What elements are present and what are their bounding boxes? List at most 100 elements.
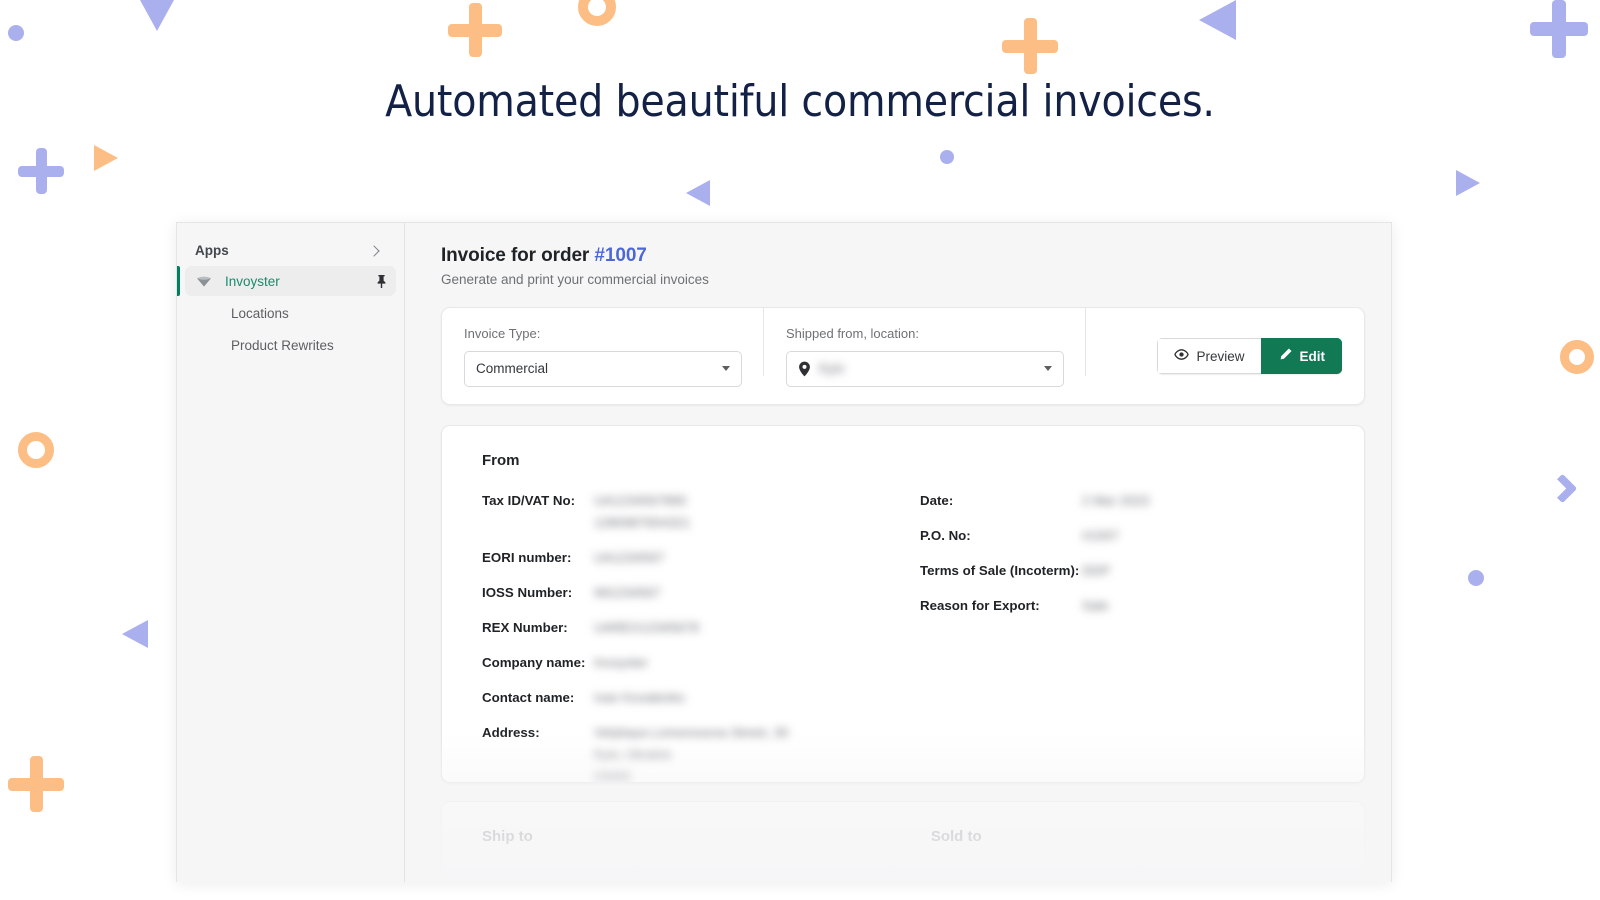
pin-icon[interactable] bbox=[375, 274, 388, 289]
action-button-group: Preview Edit bbox=[1157, 338, 1342, 374]
field-row: Reason for Export:Sale bbox=[920, 598, 1149, 620]
ship-sold-card: Ship to Sold to bbox=[441, 801, 1365, 882]
from-right-column: Date:2 Mar 2023P.O. No:#1007Terms of Sal… bbox=[902, 493, 1149, 783]
field-row: Company name:Invoyster bbox=[482, 655, 902, 677]
field-row: Address:Velykaya Lomonosova Street, 30Ky… bbox=[482, 725, 902, 783]
deco-plus-3 bbox=[1530, 0, 1588, 58]
field-key: REX Number: bbox=[482, 620, 594, 635]
edit-button[interactable]: Edit bbox=[1261, 338, 1343, 374]
field-row: REX Number:UAREX12345678 bbox=[482, 620, 902, 642]
deco-dot-2 bbox=[940, 150, 954, 164]
from-columns: Tax ID/VAT No:UA12345678901280987654321E… bbox=[462, 493, 1336, 783]
active-rail bbox=[177, 266, 180, 296]
caret-down-icon bbox=[1044, 366, 1052, 371]
pencil-icon bbox=[1278, 347, 1293, 365]
preview-button[interactable]: Preview bbox=[1157, 338, 1260, 374]
deco-dot-1 bbox=[8, 25, 24, 41]
sidebar-apps-label: Apps bbox=[195, 243, 229, 258]
field-row: EORI number:UA1234567 bbox=[482, 550, 902, 572]
cone-icon bbox=[195, 272, 215, 290]
invoice-type-select[interactable]: Commercial bbox=[464, 351, 742, 387]
deco-triangle-4 bbox=[686, 180, 710, 206]
shipped-from-value: Kyiv bbox=[819, 361, 845, 376]
field-key: Terms of Sale (Incoterm): bbox=[920, 563, 1082, 578]
deco-triangle-1 bbox=[140, 0, 174, 31]
field-key: EORI number: bbox=[482, 550, 594, 565]
app-window: Apps Invoyster Lo bbox=[176, 222, 1392, 882]
sidebar: Apps Invoyster Lo bbox=[177, 223, 405, 882]
deco-ring-1 bbox=[578, 0, 616, 26]
field-key: IOSS Number: bbox=[482, 585, 594, 600]
field-key: P.O. No: bbox=[920, 528, 1082, 543]
field-row: IOSS Number:IM1234567 bbox=[482, 585, 902, 607]
sidebar-item-locations[interactable]: Locations bbox=[185, 298, 396, 328]
invoice-type-value: Commercial bbox=[476, 361, 548, 376]
page-headline: Automated beautiful commercial invoices. bbox=[0, 76, 1600, 127]
from-section-card: From Tax ID/VAT No:UA1234567890128098765… bbox=[441, 425, 1365, 783]
shipped-from-field: Shipped from, location: Kyiv bbox=[764, 326, 1086, 387]
field-value: Invoyster bbox=[594, 655, 648, 677]
deco-plus-1 bbox=[448, 3, 502, 57]
field-row: Terms of Sale (Incoterm):DDP bbox=[920, 563, 1149, 585]
page-title: Invoice for order #1007 bbox=[441, 245, 1365, 267]
field-value: 2 Mar 2023 bbox=[1082, 493, 1149, 515]
shipped-from-select[interactable]: Kyiv bbox=[786, 351, 1064, 387]
preview-button-label: Preview bbox=[1196, 349, 1244, 364]
deco-triangle-6 bbox=[122, 620, 148, 648]
map-pin-icon bbox=[798, 361, 811, 377]
invoice-type-label: Invoice Type: bbox=[464, 326, 742, 341]
field-row: P.O. No:#1007 bbox=[920, 528, 1149, 550]
sidebar-item-product-rewrites[interactable]: Product Rewrites bbox=[185, 330, 396, 360]
field-value: Ivan Kovalenko bbox=[594, 690, 685, 712]
main-content: Invoice for order #1007 Generate and pri… bbox=[405, 223, 1391, 882]
deco-triangle-3 bbox=[94, 145, 118, 171]
deco-chevron-1 bbox=[1548, 470, 1590, 512]
deco-dot-3 bbox=[1468, 570, 1484, 586]
deco-triangle-7 bbox=[1432, 800, 1476, 844]
deco-triangle-5 bbox=[1456, 170, 1480, 196]
eye-icon bbox=[1174, 347, 1189, 365]
sidebar-apps-header[interactable]: Apps bbox=[177, 237, 404, 264]
invoice-type-field: Invoice Type: Commercial bbox=[442, 326, 764, 387]
deco-ring-3 bbox=[1560, 340, 1594, 374]
ship-to-title: Ship to bbox=[482, 828, 533, 882]
field-value: UA1234567 bbox=[594, 550, 664, 572]
field-value: UA12345678901280987654321 bbox=[594, 493, 690, 537]
edit-button-label: Edit bbox=[1300, 349, 1326, 364]
field-value: Sale bbox=[1082, 598, 1109, 620]
sidebar-item-label: Product Rewrites bbox=[231, 338, 334, 353]
order-number-link[interactable]: #1007 bbox=[594, 245, 646, 266]
deco-plus-5 bbox=[8, 756, 64, 812]
deco-triangle-2 bbox=[1199, 0, 1236, 40]
field-value: IM1234567 bbox=[594, 585, 661, 607]
page-title-prefix: Invoice for order bbox=[441, 245, 589, 266]
field-key: Date: bbox=[920, 493, 1082, 508]
field-row: Date:2 Mar 2023 bbox=[920, 493, 1149, 515]
field-row: Contact name:Ivan Kovalenko bbox=[482, 690, 902, 712]
field-row: Tax ID/VAT No:UA12345678901280987654321 bbox=[482, 493, 902, 537]
sidebar-item-invoyster[interactable]: Invoyster bbox=[185, 266, 396, 296]
field-value: #1007 bbox=[1082, 528, 1119, 550]
field-key: Company name: bbox=[482, 655, 594, 670]
deco-ring-2 bbox=[18, 432, 54, 468]
shipped-from-label: Shipped from, location: bbox=[786, 326, 1064, 341]
caret-down-icon bbox=[722, 366, 730, 371]
deco-plus-2 bbox=[1002, 18, 1058, 74]
sidebar-item-label: Locations bbox=[231, 306, 289, 321]
sidebar-item-label: Invoyster bbox=[225, 274, 280, 289]
sold-to-title: Sold to bbox=[931, 828, 982, 882]
invoice-controls-card: Invoice Type: Commercial Shipped from, l… bbox=[441, 307, 1365, 405]
from-section-title: From bbox=[462, 452, 1336, 469]
page-root: Automated beautiful commercial invoices.… bbox=[0, 0, 1600, 900]
field-value: UAREX12345678 bbox=[594, 620, 699, 642]
from-left-column: Tax ID/VAT No:UA12345678901280987654321E… bbox=[462, 493, 902, 783]
field-key: Tax ID/VAT No: bbox=[482, 493, 594, 508]
field-value: DDP bbox=[1082, 563, 1110, 585]
field-key: Address: bbox=[482, 725, 594, 740]
page-subtitle: Generate and print your commercial invoi… bbox=[441, 272, 1365, 287]
field-value: Velykaya Lomonosova Street, 30Kyiv, Ukra… bbox=[594, 725, 788, 783]
chevron-right-icon[interactable] bbox=[368, 244, 382, 258]
field-key: Reason for Export: bbox=[920, 598, 1082, 613]
deco-plus-4 bbox=[18, 148, 64, 194]
field-key: Contact name: bbox=[482, 690, 594, 705]
